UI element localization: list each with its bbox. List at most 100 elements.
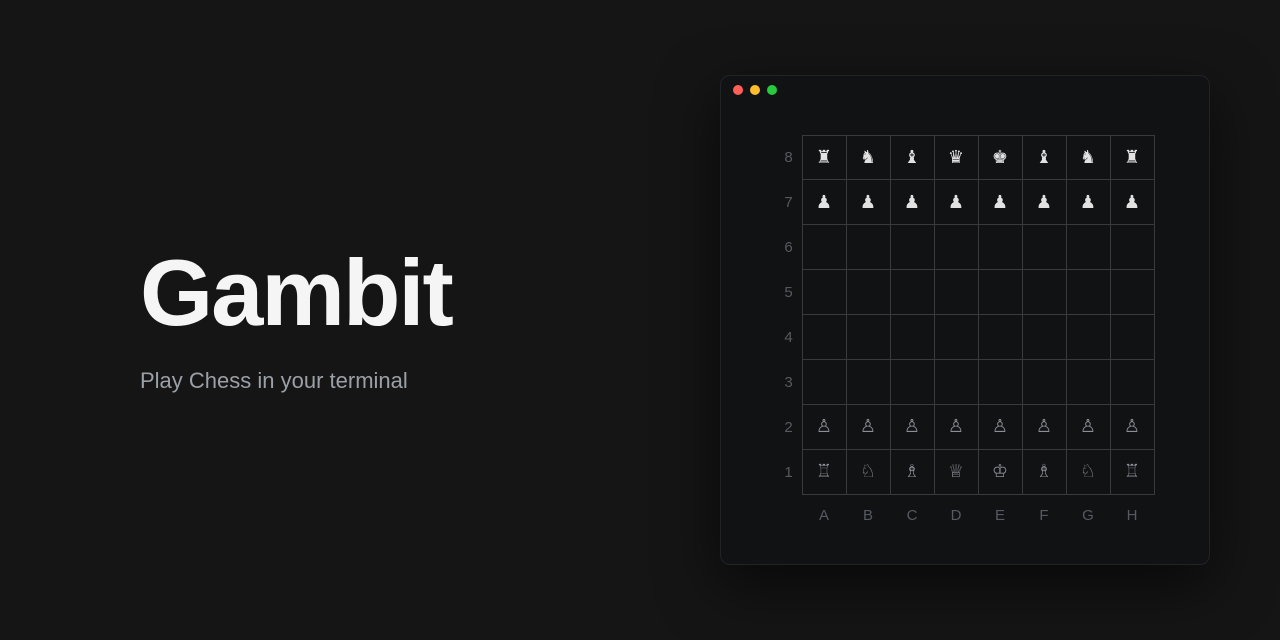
board-square[interactable] xyxy=(1022,225,1066,270)
board-square[interactable]: ♟ xyxy=(1022,180,1066,225)
file-label: E xyxy=(978,507,1022,524)
chess-piece-icon: ♔ xyxy=(992,461,1008,481)
board-square[interactable]: ♟ xyxy=(846,180,890,225)
board-square[interactable]: ♗ xyxy=(1022,449,1066,494)
chess-piece-icon: ♖ xyxy=(816,461,832,481)
chess-piece-icon: ♟ xyxy=(860,192,876,212)
board-square[interactable] xyxy=(978,225,1022,270)
board-square[interactable] xyxy=(846,225,890,270)
close-icon[interactable] xyxy=(733,85,743,95)
window-titlebar xyxy=(721,76,1209,104)
file-label: A xyxy=(802,507,846,524)
chess-piece-icon: ♙ xyxy=(1080,416,1096,436)
board-square[interactable]: ♟ xyxy=(978,180,1022,225)
board-square[interactable] xyxy=(802,270,846,315)
chess-piece-icon: ♗ xyxy=(1036,461,1052,481)
hero-title: Gambit xyxy=(140,246,680,340)
board-square[interactable]: ♙ xyxy=(802,404,846,449)
chess-piece-icon: ♚ xyxy=(992,147,1008,167)
board-square[interactable]: ♝ xyxy=(1022,135,1066,180)
board-square[interactable]: ♙ xyxy=(934,404,978,449)
board-square[interactable]: ♟ xyxy=(1066,180,1110,225)
board-square[interactable] xyxy=(1022,359,1066,404)
board-square[interactable]: ♙ xyxy=(846,404,890,449)
board-square[interactable]: ♖ xyxy=(802,449,846,494)
chess-piece-icon: ♘ xyxy=(860,461,876,481)
board-square[interactable]: ♕ xyxy=(934,449,978,494)
board-square[interactable] xyxy=(1110,315,1154,360)
board-square[interactable]: ♙ xyxy=(890,404,934,449)
board-square[interactable] xyxy=(978,359,1022,404)
board-square[interactable]: ♜ xyxy=(1110,135,1154,180)
rank-label: 1 xyxy=(776,450,802,495)
board-square[interactable]: ♚ xyxy=(978,135,1022,180)
board-square[interactable]: ♙ xyxy=(1022,404,1066,449)
board-square[interactable] xyxy=(1110,359,1154,404)
board-square[interactable]: ♝ xyxy=(890,135,934,180)
chess-piece-icon: ♟ xyxy=(992,192,1008,212)
board-square[interactable] xyxy=(934,225,978,270)
board-square[interactable]: ♟ xyxy=(1110,180,1154,225)
terminal-window: 87654321♜♞♝♛♚♝♞♜♟♟♟♟♟♟♟♟♙♙♙♙♙♙♙♙♖♘♗♕♔♗♘♖… xyxy=(720,75,1210,565)
board-square[interactable]: ♖ xyxy=(1110,449,1154,494)
zoom-icon[interactable] xyxy=(767,85,777,95)
board-square[interactable]: ♙ xyxy=(1110,404,1154,449)
board-square[interactable] xyxy=(1022,315,1066,360)
board-square[interactable] xyxy=(890,225,934,270)
file-label: C xyxy=(890,507,934,524)
board-square[interactable]: ♔ xyxy=(978,449,1022,494)
board-square[interactable] xyxy=(1110,270,1154,315)
board-square[interactable]: ♛ xyxy=(934,135,978,180)
board-square[interactable] xyxy=(934,359,978,404)
chess-piece-icon: ♟ xyxy=(1124,192,1140,212)
minimize-icon[interactable] xyxy=(750,85,760,95)
board-square[interactable] xyxy=(1022,270,1066,315)
board-square[interactable] xyxy=(1066,315,1110,360)
chess-piece-icon: ♖ xyxy=(1124,461,1140,481)
board-square[interactable] xyxy=(1066,225,1110,270)
board-square[interactable] xyxy=(934,315,978,360)
chess-piece-icon: ♘ xyxy=(1080,461,1096,481)
board-square[interactable]: ♞ xyxy=(846,135,890,180)
board-square[interactable] xyxy=(846,315,890,360)
chess-piece-icon: ♙ xyxy=(948,416,964,436)
rank-label: 5 xyxy=(776,270,802,315)
board-square[interactable] xyxy=(802,359,846,404)
chess-piece-icon: ♜ xyxy=(1124,147,1140,167)
board-square[interactable]: ♞ xyxy=(1066,135,1110,180)
board-square[interactable]: ♜ xyxy=(802,135,846,180)
board-square[interactable]: ♟ xyxy=(890,180,934,225)
board-square[interactable] xyxy=(1066,359,1110,404)
chess-piece-icon: ♕ xyxy=(948,461,964,481)
chess-piece-icon: ♞ xyxy=(860,147,876,167)
board-square[interactable]: ♘ xyxy=(1066,449,1110,494)
board-square[interactable]: ♗ xyxy=(890,449,934,494)
board-square[interactable] xyxy=(1110,225,1154,270)
chess-piece-icon: ♟ xyxy=(948,192,964,212)
board-square[interactable] xyxy=(934,270,978,315)
board-square[interactable]: ♟ xyxy=(934,180,978,225)
chess-piece-icon: ♙ xyxy=(816,416,832,436)
board-square[interactable] xyxy=(890,270,934,315)
board-square[interactable] xyxy=(978,315,1022,360)
chess-piece-icon: ♞ xyxy=(1080,147,1096,167)
board-square[interactable] xyxy=(978,270,1022,315)
chess-piece-icon: ♝ xyxy=(1036,147,1052,167)
rank-label: 4 xyxy=(776,315,802,360)
board-square[interactable]: ♘ xyxy=(846,449,890,494)
board-square[interactable]: ♟ xyxy=(802,180,846,225)
board-square[interactable] xyxy=(890,315,934,360)
chess-piece-icon: ♟ xyxy=(1036,192,1052,212)
terminal-body: 87654321♜♞♝♛♚♝♞♜♟♟♟♟♟♟♟♟♙♙♙♙♙♙♙♙♖♘♗♕♔♗♘♖… xyxy=(721,104,1209,564)
board-square[interactable] xyxy=(846,270,890,315)
board-square[interactable] xyxy=(1066,270,1110,315)
board-square[interactable]: ♙ xyxy=(1066,404,1110,449)
board-square[interactable] xyxy=(802,225,846,270)
board-square[interactable] xyxy=(890,359,934,404)
board-square[interactable]: ♙ xyxy=(978,404,1022,449)
rank-label: 8 xyxy=(776,135,802,180)
board-square[interactable] xyxy=(846,359,890,404)
board-square[interactable] xyxy=(802,315,846,360)
rank-label: 3 xyxy=(776,360,802,405)
hero-subtitle: Play Chess in your terminal xyxy=(140,368,680,394)
